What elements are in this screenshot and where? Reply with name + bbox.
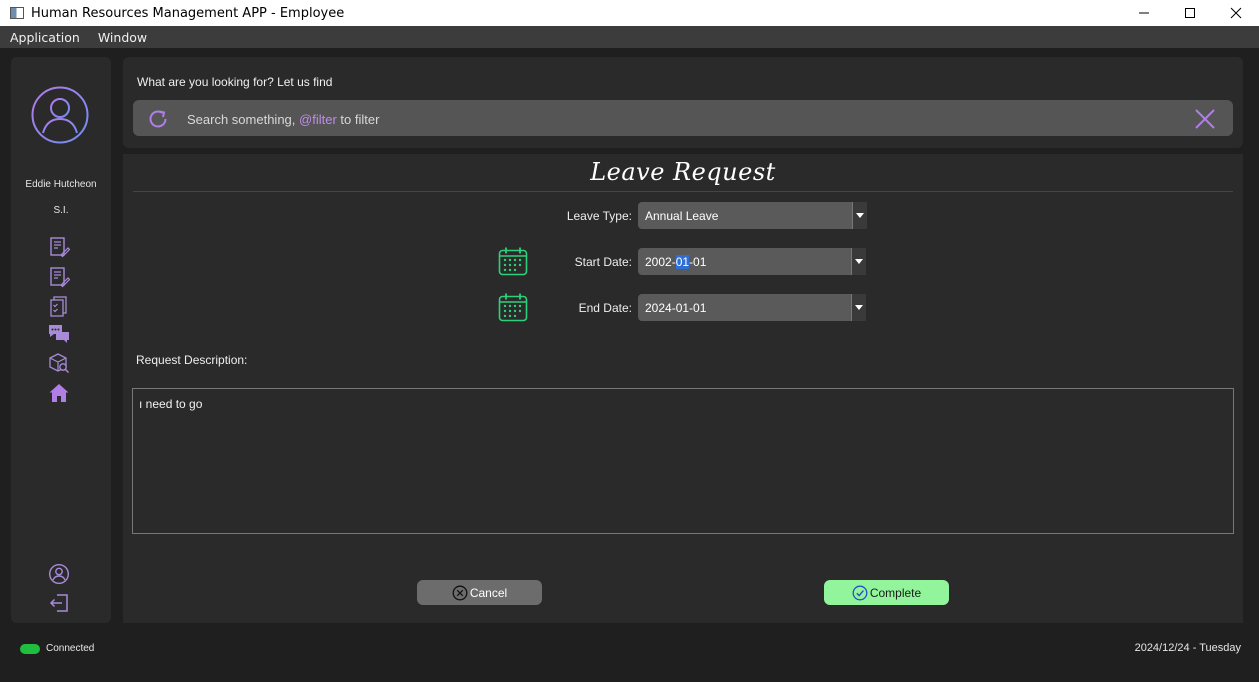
- description-label: Request Description:: [136, 353, 248, 367]
- menubar: Application Window: [0, 26, 1259, 48]
- complete-label: Complete: [869, 585, 922, 600]
- leave-type-label: Leave Type:: [566, 209, 632, 223]
- maximize-button[interactable]: [1167, 0, 1213, 26]
- search-placeholder-end: to filter: [336, 112, 380, 127]
- search-panel: What are you looking for? Let us find Se…: [123, 57, 1243, 148]
- nav-document-checklist-icon[interactable]: [47, 294, 71, 318]
- nav-chat-icon[interactable]: [47, 321, 71, 345]
- maximize-icon: [1185, 8, 1195, 18]
- chevron-down-icon[interactable]: [851, 294, 866, 321]
- description-textarea[interactable]: ı need to go: [132, 388, 1234, 534]
- search-filter-hint: @filter: [299, 112, 337, 127]
- complete-button[interactable]: Complete: [824, 580, 949, 605]
- refresh-icon[interactable]: [147, 108, 169, 130]
- cancel-circle-icon: [452, 585, 468, 600]
- start-date-month-selected: 01: [675, 254, 690, 269]
- chevron-down-icon[interactable]: [852, 202, 867, 229]
- search-placeholder: Search something, @filter to filter: [187, 112, 379, 127]
- nav-document-edit-icon[interactable]: [47, 235, 71, 259]
- nav-document-edit-2-icon[interactable]: [47, 265, 71, 289]
- start-date-label: Start Date:: [574, 255, 632, 269]
- leave-request-form: Leave Request Leave Type: Annual Leave S…: [123, 154, 1243, 623]
- nav-home-icon[interactable]: [47, 381, 71, 405]
- calendar-icon[interactable]: [497, 245, 529, 277]
- app-icon: [10, 7, 24, 19]
- nav-box-search-icon[interactable]: [47, 351, 71, 375]
- start-date-day: -01: [689, 254, 707, 269]
- cancel-button[interactable]: Cancel: [417, 580, 542, 605]
- title-divider: [133, 191, 1233, 192]
- close-button[interactable]: [1213, 0, 1259, 26]
- menu-window[interactable]: Window: [88, 30, 155, 45]
- end-date-value: 2024-01-01: [645, 300, 707, 315]
- connection-status-indicator: [20, 644, 40, 654]
- leave-type-value: Annual Leave: [645, 208, 719, 223]
- connection-status-text: Connected: [46, 643, 95, 654]
- start-date-picker[interactable]: 2002-01-01: [638, 248, 866, 275]
- user-role: S.I.: [53, 205, 69, 216]
- minimize-button[interactable]: [1121, 0, 1167, 26]
- cancel-label: Cancel: [469, 585, 508, 600]
- end-date-picker[interactable]: 2024-01-01: [638, 294, 866, 321]
- avatar-icon[interactable]: [31, 86, 89, 144]
- leave-type-select[interactable]: Annual Leave: [638, 202, 867, 229]
- clear-search-icon[interactable]: [1193, 107, 1217, 131]
- check-circle-icon: [852, 585, 868, 600]
- calendar-icon[interactable]: [497, 291, 529, 323]
- user-profile-icon[interactable]: [47, 562, 71, 586]
- menu-application[interactable]: Application: [0, 30, 88, 45]
- window-title: Human Resources Management APP - Employe…: [31, 5, 345, 21]
- window-titlebar: Human Resources Management APP - Employe…: [0, 0, 1259, 26]
- start-date-year: 2002-: [645, 254, 676, 269]
- minimize-icon: [1139, 12, 1149, 14]
- status-date: 2024/12/24 - Tuesday: [1134, 642, 1241, 654]
- search-input[interactable]: Search something, @filter to filter: [133, 100, 1233, 136]
- end-date-label: End Date:: [578, 301, 632, 315]
- user-name: Eddie Hutcheon: [25, 179, 97, 190]
- close-icon: [1230, 7, 1242, 19]
- start-date-value: 2002-01-01: [645, 254, 707, 269]
- search-prompt: What are you looking for? Let us find: [137, 75, 333, 89]
- logout-icon[interactable]: [47, 591, 71, 615]
- sidebar: Eddie Hutcheon S.I.: [11, 57, 111, 623]
- search-placeholder-start: Search something,: [187, 112, 300, 127]
- chevron-down-icon[interactable]: [851, 248, 866, 275]
- form-title: Leave Request: [590, 158, 776, 186]
